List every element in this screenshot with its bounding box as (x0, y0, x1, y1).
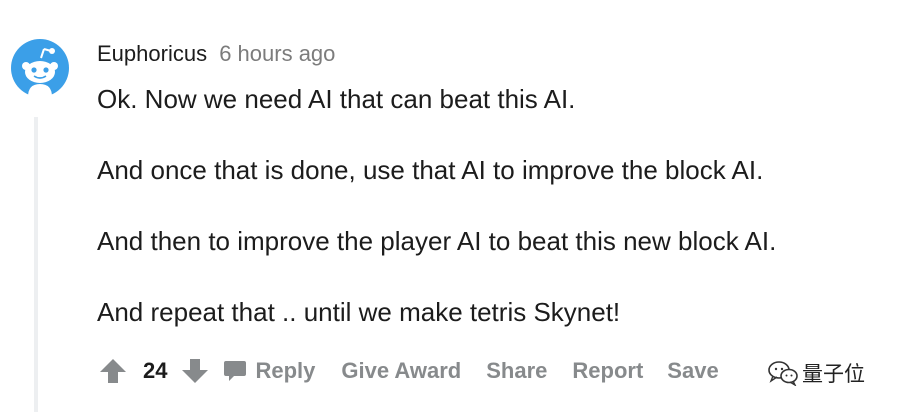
give-award-button[interactable]: Give Award (341, 358, 461, 384)
reply-button[interactable]: Reply (223, 358, 315, 384)
watermark-text: 量子位 (802, 362, 865, 386)
avatar[interactable] (11, 39, 69, 97)
comment-body: Ok. Now we need AI that can beat this AI… (97, 83, 897, 367)
wechat-icon (768, 361, 798, 386)
thread-line[interactable] (34, 117, 38, 412)
arrow-up-icon (100, 359, 126, 383)
comment-timestamp[interactable]: 6 hours ago (219, 41, 335, 66)
comment-paragraph: And then to improve the player AI to bea… (97, 226, 777, 256)
comment-meta: Euphoricus 6 hours ago (97, 40, 335, 68)
upvote-button[interactable] (97, 355, 129, 387)
snoo-avatar-icon (11, 39, 69, 97)
comment-paragraph: Ok. Now we need AI that can beat this AI… (97, 84, 576, 114)
downvote-button[interactable] (179, 355, 211, 387)
share-button[interactable]: Share (486, 358, 547, 384)
save-button[interactable]: Save (667, 358, 718, 384)
arrow-down-icon (182, 359, 209, 383)
vote-score: 24 (143, 358, 168, 383)
reply-label: Reply (255, 358, 316, 383)
share-label: Share (486, 358, 548, 383)
report-label: Report (572, 358, 644, 383)
author-name[interactable]: Euphoricus (97, 41, 207, 66)
watermark: 量子位 (766, 356, 869, 390)
comment-actions: 24 Reply Give Award Share Report Save (97, 352, 719, 390)
comment-paragraph: And repeat that .. until we make tetris … (97, 297, 621, 327)
give-award-label: Give Award (341, 358, 462, 383)
comment-paragraph: And once that is done, use that AI to im… (97, 155, 764, 185)
speech-bubble-icon (224, 361, 247, 381)
save-label: Save (667, 358, 719, 383)
report-button[interactable]: Report (572, 358, 643, 384)
